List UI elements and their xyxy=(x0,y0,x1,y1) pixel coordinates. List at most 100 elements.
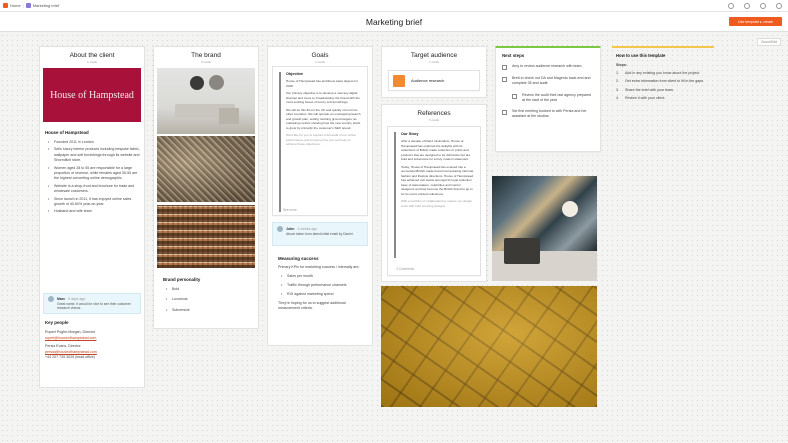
checklist-item[interactable]: Set first meeting booked to with Persia … xyxy=(502,109,594,120)
paragraph: House of Hampstead has ambitious sales t… xyxy=(286,79,358,88)
board-icon xyxy=(25,3,31,8)
page-title: Marketing brief xyxy=(365,17,423,27)
comment-author: John xyxy=(286,227,295,231)
client-facts: Founded 2011 in London Sells luxury inte… xyxy=(45,140,141,215)
brand-personality-title: Brand personality xyxy=(163,277,201,282)
breadcrumb-current[interactable]: Marketing brief xyxy=(33,3,59,8)
step-text: Review it with your client. xyxy=(625,96,666,101)
chair-shape xyxy=(504,238,540,264)
paragraph: Today, House of Hampstead has evolved in… xyxy=(401,164,474,196)
paragraph: We will do this first in the UK and quic… xyxy=(286,107,361,130)
title-bar: Marketing brief Use template ▸ create xyxy=(0,12,788,32)
list-item: Sells luxury interior products including… xyxy=(45,147,141,163)
settings-icon[interactable] xyxy=(776,3,782,9)
checkbox[interactable] xyxy=(502,65,507,70)
key-people-note[interactable]: Key people Rupert Pughe-Morgan, Director… xyxy=(45,320,141,361)
mirror-icon xyxy=(209,75,224,90)
user-icon[interactable] xyxy=(744,3,750,9)
objective-title: Objective xyxy=(286,72,304,76)
about-client-note[interactable]: House of Hampstead Founded 2011 in Londo… xyxy=(45,130,141,217)
kpi-list: Sales per month Traffic through performa… xyxy=(278,274,366,299)
list-item: Since launch in 2011, it has enjoyed onl… xyxy=(45,197,141,208)
list-item: Women aged 28 to 55 are responsible for … xyxy=(45,166,141,182)
comments-count[interactable]: 3 Comments xyxy=(396,267,414,271)
story-title: Our Story xyxy=(401,132,419,136)
breadcrumb-separator: | xyxy=(22,3,24,8)
comment[interactable]: Marc 5 days ago Great name. It would be … xyxy=(43,293,141,314)
home-icon[interactable] xyxy=(3,3,8,8)
comment-time: 5 days ago xyxy=(68,297,86,301)
audience-research-board-link[interactable]: Audience research xyxy=(388,70,480,91)
step-item: 1. Add in any existing you know about the… xyxy=(616,70,701,75)
comment[interactable]: John 4 weeks ago Above taken from latest… xyxy=(272,222,368,246)
avatar xyxy=(48,296,54,302)
reference-image-fabric[interactable] xyxy=(381,286,597,407)
zoom-control[interactable]: Zoom/Edit xyxy=(757,38,781,46)
how-to-note[interactable]: How to use this template Steps: 1. Add in… xyxy=(612,46,714,107)
checkbox[interactable] xyxy=(502,77,507,82)
list-item: Luxurious xyxy=(163,297,253,303)
our-story-card[interactable]: Our Story After a decade of bland minima… xyxy=(387,126,481,276)
column-title: Goals xyxy=(311,52,329,59)
checkbox[interactable] xyxy=(502,110,507,116)
client-logo[interactable]: House of Hampstead xyxy=(43,68,141,122)
column-title: Target audience xyxy=(410,52,458,59)
home-link[interactable]: Home xyxy=(10,3,21,8)
checklist-item[interactable]: Review the audit their last agency prepa… xyxy=(502,93,594,104)
paragraph: We'd like for you to explore a full audi… xyxy=(286,133,357,146)
column-count: 1 cards xyxy=(315,60,325,64)
checkbox[interactable] xyxy=(512,93,517,99)
create-from-template-button[interactable]: Use template ▸ create xyxy=(729,17,782,26)
column-title: The brand xyxy=(191,52,221,59)
objective-quote: Objective House of Hampstead has ambitio… xyxy=(279,72,361,212)
step-item: 3. Share the brief with your team. xyxy=(616,87,674,92)
table-shape xyxy=(219,108,239,124)
paragraph: After a decade of bland minimalism, Hous… xyxy=(401,139,471,161)
list-item: Bold xyxy=(163,287,253,293)
list-item: Sales per month xyxy=(278,274,366,280)
success-outro: They're hoping for us to suggest additio… xyxy=(278,300,346,311)
comment-text: Above taken from latest initial email by… xyxy=(286,232,354,236)
see-more-link[interactable]: See more xyxy=(283,208,297,212)
success-intro: Primary KPIs for marketing success / int… xyxy=(278,265,360,269)
mirror-icon xyxy=(190,76,204,90)
step-text: Add in any existing you know about the p… xyxy=(625,70,701,75)
checklist-item[interactable]: Brett to check out DA and Magento back-e… xyxy=(502,76,594,87)
checklist-item[interactable]: Amy to review audience research with tea… xyxy=(502,64,594,70)
step-text: Get extra information from client to fil… xyxy=(625,79,705,84)
person-email-link[interactable]: rupert@houseofhampstead.com xyxy=(45,336,141,342)
column-title: References xyxy=(417,110,451,117)
column-count: 5 cards xyxy=(201,60,211,64)
column-count: 1 cards xyxy=(87,60,97,64)
rug-shading xyxy=(157,136,255,202)
notifications-icon[interactable] xyxy=(760,3,766,9)
story-quote: Our Story After a decade of bland minima… xyxy=(394,132,474,258)
next-steps-title: Next steps xyxy=(502,53,525,58)
lamp-icon xyxy=(562,201,578,217)
list-item: Website is a shop-front and brochure for… xyxy=(45,184,141,195)
column-title: About the client xyxy=(69,52,115,59)
brand-image-weave[interactable] xyxy=(157,205,255,268)
comment-author: Marc xyxy=(57,297,66,301)
brand-personality-note[interactable]: Brand personality Bold Luxurious Subvers… xyxy=(163,277,253,315)
list-item: Subversive xyxy=(163,308,253,314)
brand-image-rug[interactable] xyxy=(157,136,255,202)
section-title: House of Hampstead xyxy=(45,130,89,135)
reference-image-interior[interactable] xyxy=(492,176,597,281)
top-icons xyxy=(728,3,782,9)
next-steps-card[interactable]: Next steps Amy to review audience resear… xyxy=(495,46,601,152)
logo-text: House of Hampstead xyxy=(50,89,134,101)
brand-image-room[interactable] xyxy=(157,68,255,134)
help-icon[interactable] xyxy=(728,3,734,9)
measuring-success-note[interactable]: Measuring success Primary KPIs for marke… xyxy=(278,256,366,312)
list-item: Founded 2011 in London xyxy=(45,140,141,146)
fabric-shading xyxy=(381,286,597,407)
checklist-label: Amy to review audience research with tea… xyxy=(512,64,583,68)
step-item: 2. Get extra information from client to f… xyxy=(616,79,705,84)
measuring-success-title: Measuring success xyxy=(278,256,319,261)
objective-card[interactable]: Objective House of Hampstead has ambitio… xyxy=(272,66,368,216)
column-count: 1 cards xyxy=(429,60,439,64)
paragraph: Our primary objective is to develop a ne… xyxy=(286,91,360,104)
step-text: Share the brief with your team. xyxy=(625,87,674,92)
avatar xyxy=(277,226,283,232)
